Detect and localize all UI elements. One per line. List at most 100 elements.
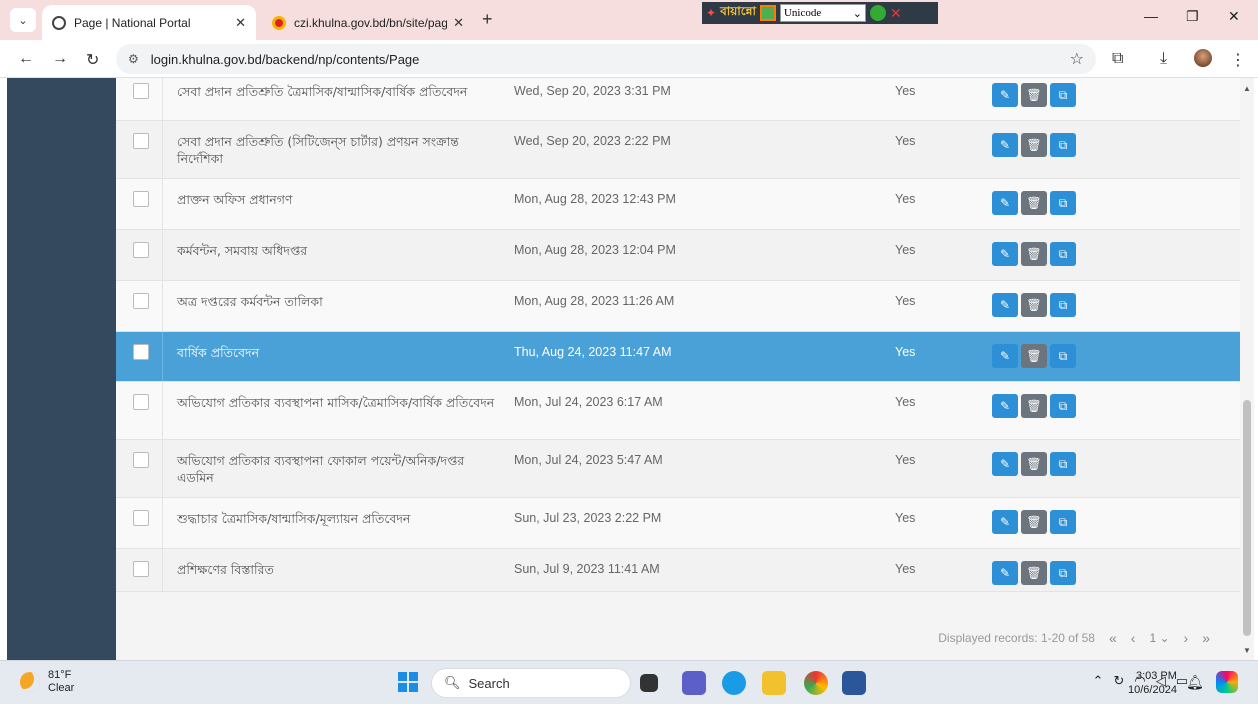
external-link-icon[interactable]: ⧉	[1050, 293, 1076, 317]
trash-icon[interactable]: 🗑︎	[1021, 242, 1047, 266]
row-checkbox[interactable]	[133, 83, 149, 99]
row-checkbox[interactable]	[133, 344, 149, 360]
external-link-icon[interactable]: ⧉	[1050, 510, 1076, 534]
first-page-icon[interactable]: «	[1109, 630, 1117, 646]
last-page-icon[interactable]: »	[1202, 630, 1210, 646]
table-row[interactable]: প্রাক্তন অফিস প্রধানগণ Mon, Aug 28, 2023 …	[116, 179, 1240, 230]
reload-icon[interactable]: ↻	[86, 50, 99, 70]
scroll-thumb[interactable]	[1243, 400, 1251, 636]
trash-icon[interactable]: 🗑︎	[1021, 510, 1047, 534]
trash-icon[interactable]: 🗑︎	[1021, 293, 1047, 317]
table-row[interactable]: অভিযোগ প্রতিকার ব্যবস্থাপনা ফোকাল পয়েন্…	[116, 440, 1240, 498]
row-title[interactable]: সেবা প্রদান প্রতিশ্রুতি (সিটিজেন্‌স চার্…	[177, 133, 497, 167]
trash-icon[interactable]: 🗑︎	[1021, 344, 1047, 368]
external-link-icon[interactable]: ⧉	[1050, 83, 1076, 107]
table-row[interactable]: অভিযোগ প্রতিকার ব্যবস্থাপনা মাসিক/ত্রৈমা…	[116, 382, 1240, 440]
row-title[interactable]: অত্র দপ্তরের কর্মবন্টন তালিকা	[177, 293, 497, 310]
row-checkbox[interactable]	[133, 561, 149, 577]
pencil-icon[interactable]: ✎	[992, 191, 1018, 215]
row-checkbox[interactable]	[133, 242, 149, 258]
external-link-icon[interactable]: ⧉	[1050, 452, 1076, 476]
scroll-down-icon[interactable]: ▼	[1243, 646, 1251, 655]
minimize-icon[interactable]: —	[1144, 8, 1158, 24]
new-tab-icon[interactable]: +	[482, 9, 493, 30]
row-title[interactable]: প্রাক্তন অফিস প্রধানগণ	[177, 191, 497, 208]
pencil-icon[interactable]: ✎	[992, 394, 1018, 418]
table-row[interactable]: সেবা প্রদান প্রতিশ্রুতি (সিটিজেন্‌স চার্…	[116, 121, 1240, 179]
row-checkbox[interactable]	[133, 293, 149, 309]
table-row[interactable]: সেবা প্রদান প্রতিশ্রুতি ত্রৈমাসিক/ষান্মা…	[116, 78, 1240, 121]
external-link-icon[interactable]: ⧉	[1050, 394, 1076, 418]
trash-icon[interactable]: 🗑︎	[1021, 191, 1047, 215]
external-link-icon[interactable]: ⧉	[1050, 344, 1076, 368]
windows-start-icon[interactable]	[398, 672, 418, 692]
menu-icon[interactable]: ⋮	[1230, 50, 1246, 70]
scroll-up-icon[interactable]: ▲	[1243, 84, 1251, 93]
task-view-icon[interactable]	[640, 674, 658, 692]
table-row[interactable]: শুদ্ধাচার ত্রৈমাসিক/ষান্মাসিক/মূল্যায়ন …	[116, 498, 1240, 549]
pencil-icon[interactable]: ✎	[992, 293, 1018, 317]
ime-toggle[interactable]	[759, 5, 776, 21]
close-icon[interactable]: ✕	[235, 15, 246, 31]
next-page-icon[interactable]: ›	[1184, 630, 1189, 646]
row-title[interactable]: কর্মবন্টন, সমবায় অধিদপ্তর	[177, 242, 497, 259]
window-close-icon[interactable]: ✕	[1228, 8, 1240, 25]
row-checkbox[interactable]	[133, 394, 149, 410]
external-link-icon[interactable]: ⧉	[1050, 133, 1076, 157]
back-icon[interactable]: ←	[18, 50, 34, 68]
ime-encoding-select[interactable]: Unicode ⌄	[779, 4, 866, 22]
chevron-up-icon[interactable]: ⌃	[1093, 673, 1104, 689]
pencil-icon[interactable]: ✎	[992, 452, 1018, 476]
word-icon[interactable]	[842, 671, 866, 695]
taskbar-search[interactable]: 🔍︎ Search	[431, 668, 631, 698]
sync-icon[interactable]: ↻	[1113, 673, 1124, 689]
pencil-icon[interactable]: ✎	[992, 344, 1018, 368]
file-explorer-icon[interactable]	[762, 671, 786, 695]
edge-icon[interactable]	[722, 671, 746, 695]
row-title[interactable]: সেবা প্রদান প্রতিশ্রুতি ত্রৈমাসিক/ষান্মা…	[177, 83, 497, 100]
tab-search-button[interactable]: ⌄	[10, 8, 36, 32]
row-checkbox[interactable]	[133, 452, 149, 468]
row-checkbox[interactable]	[133, 191, 149, 207]
trash-icon[interactable]: 🗑︎	[1021, 561, 1047, 585]
row-checkbox[interactable]	[133, 133, 149, 149]
bookmark-star-icon[interactable]: ☆	[1070, 49, 1084, 69]
url-bar[interactable]: ⚙ login.khulna.gov.bd/backend/np/content…	[116, 44, 1096, 74]
row-title[interactable]: শুদ্ধাচার ত্রৈমাসিক/ষান্মাসিক/মূল্যায়ন …	[177, 510, 497, 527]
row-title[interactable]: প্রশিক্ষণের বিস্তারিত	[177, 561, 497, 578]
teams-icon[interactable]	[682, 671, 706, 695]
extensions-icon[interactable]: ⧉	[1112, 50, 1123, 68]
trash-icon[interactable]: 🗑︎	[1021, 452, 1047, 476]
table-row[interactable]: বার্ষিক প্রতিবেদন Thu, Aug 24, 2023 11:47…	[116, 332, 1240, 382]
ime-close-icon[interactable]: ✕	[890, 5, 902, 22]
forward-icon[interactable]: →	[52, 50, 68, 68]
pencil-icon[interactable]: ✎	[992, 242, 1018, 266]
download-icon[interactable]: ⤓	[1160, 50, 1167, 68]
row-title[interactable]: অভিযোগ প্রতিকার ব্যবস্থাপনা ফোকাল পয়েন্…	[177, 452, 497, 486]
trash-icon[interactable]: 🗑︎	[1021, 394, 1047, 418]
close-icon[interactable]: ✕	[453, 15, 464, 31]
external-link-icon[interactable]: ⧉	[1050, 191, 1076, 215]
restore-icon[interactable]: ❐	[1186, 8, 1199, 25]
page-select[interactable]: 1 ⌄	[1149, 631, 1169, 645]
trash-icon[interactable]: 🗑︎	[1021, 83, 1047, 107]
tab-czi-khulna[interactable]: czi.khulna.gov.bd/bn/site/page ✕	[262, 5, 474, 40]
external-link-icon[interactable]: ⧉	[1050, 561, 1076, 585]
prev-page-icon[interactable]: ‹	[1131, 630, 1136, 646]
pencil-icon[interactable]: ✎	[992, 133, 1018, 157]
clock[interactable]: 3:03 PM 10/6/2024	[1128, 669, 1177, 697]
profile-avatar[interactable]	[1194, 49, 1212, 67]
ime-globe-icon[interactable]	[869, 5, 886, 21]
chrome-icon[interactable]	[804, 671, 828, 695]
pencil-icon[interactable]: ✎	[992, 510, 1018, 534]
site-info-icon[interactable]: ⚙	[128, 52, 139, 66]
row-title[interactable]: অভিযোগ প্রতিকার ব্যবস্থাপনা মাসিক/ত্রৈমা…	[177, 394, 497, 411]
table-row[interactable]: অত্র দপ্তরের কর্মবন্টন তালিকা Mon, Aug 28…	[116, 281, 1240, 332]
weather-widget[interactable]: 81°F Clear	[20, 669, 74, 695]
external-link-icon[interactable]: ⧉	[1050, 242, 1076, 266]
row-title[interactable]: বার্ষিক প্রতিবেদন	[177, 344, 497, 361]
trash-icon[interactable]: 🗑︎	[1021, 133, 1047, 157]
pencil-icon[interactable]: ✎	[992, 561, 1018, 585]
pencil-icon[interactable]: ✎	[992, 83, 1018, 107]
notification-bell-icon[interactable]: 🔔︎	[1186, 674, 1204, 691]
